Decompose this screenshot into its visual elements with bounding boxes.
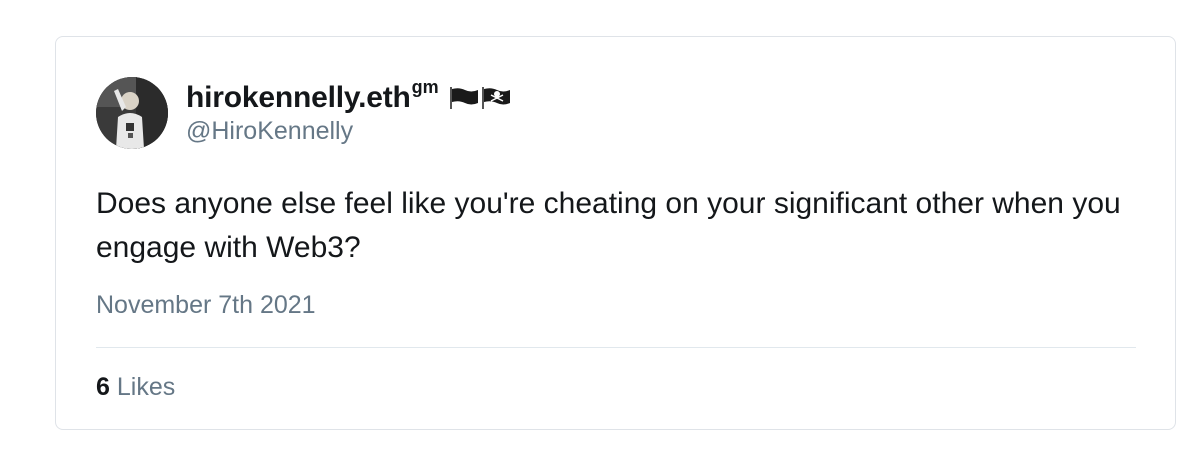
flag-emojis — [449, 86, 511, 109]
display-name[interactable]: hirokennelly.eth — [186, 81, 411, 115]
likes-label: Likes — [116, 373, 176, 401]
user-names: hirokennelly.eth gm @HiroKennelly — [186, 77, 511, 146]
tweet-card: hirokennelly.eth gm @HiroKennelly Does a… — [55, 36, 1176, 430]
pirate-flag-icon — [481, 86, 510, 109]
tweet-date[interactable]: November 7th 2021 — [96, 291, 316, 320]
display-name-row: hirokennelly.eth gm — [186, 77, 511, 115]
likes-count: 6 — [96, 373, 110, 401]
tweet-header: hirokennelly.eth gm @HiroKennelly — [96, 77, 511, 149]
divider — [96, 347, 1136, 348]
tweet-text: Does anyone else feel like you're cheati… — [96, 187, 1121, 264]
avatar-image — [96, 77, 168, 149]
display-name-superscript: gm — [411, 77, 439, 97]
black-flag-icon — [449, 86, 478, 109]
user-handle[interactable]: @HiroKennelly — [186, 117, 511, 146]
likes-stat[interactable]: 6 Likes — [96, 373, 175, 402]
avatar[interactable] — [96, 77, 168, 149]
